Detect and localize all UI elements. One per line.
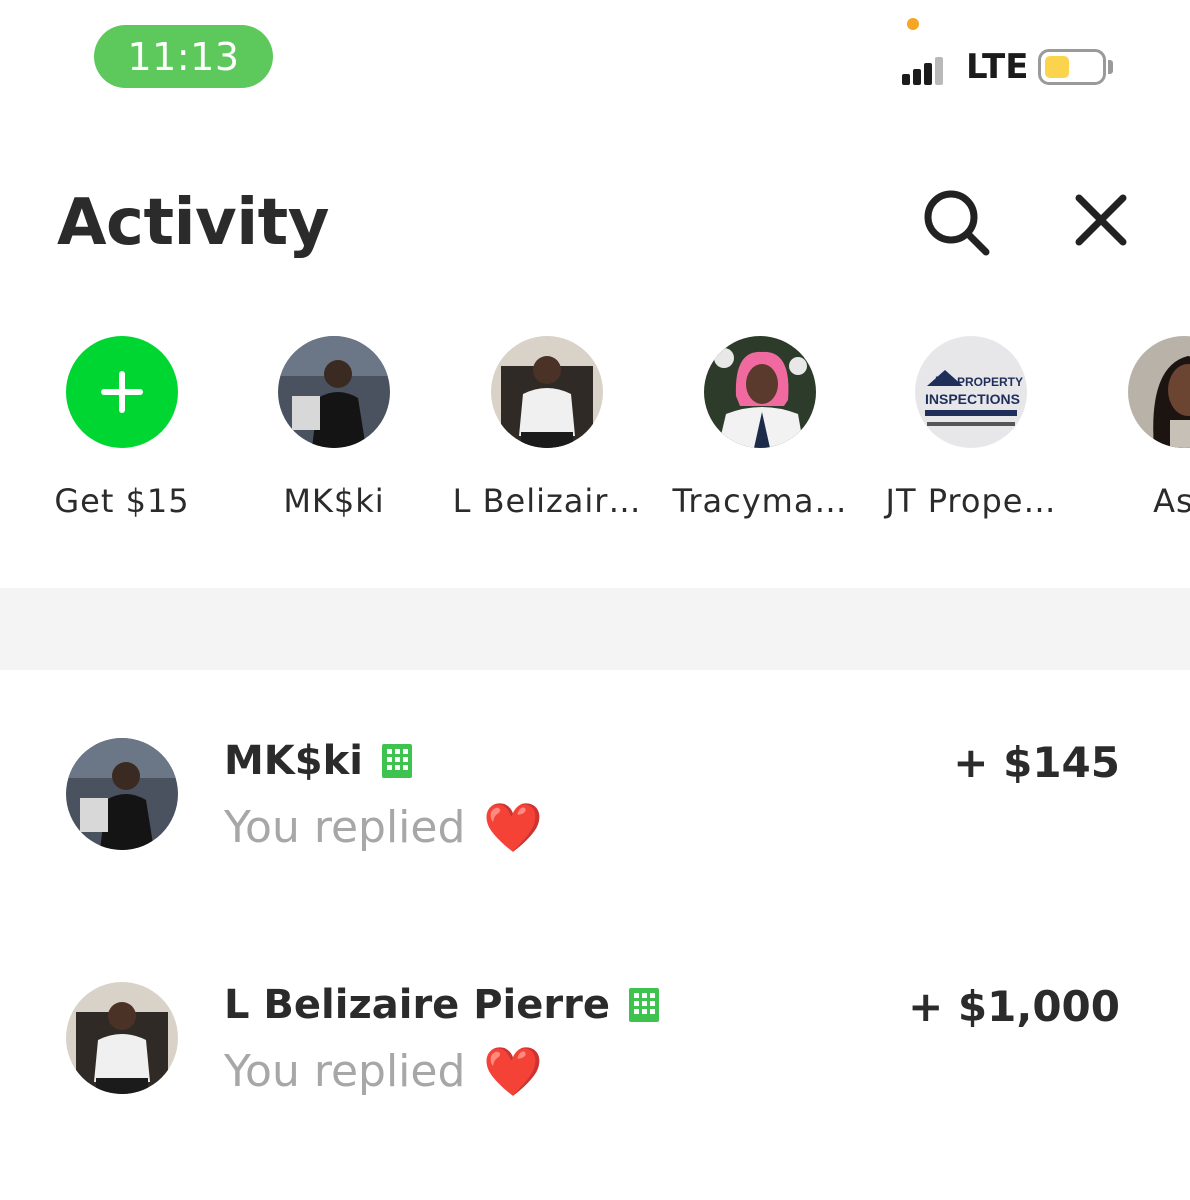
business-building-icon — [381, 744, 412, 778]
activity-amount: + $1,000 — [908, 982, 1120, 1031]
battery-cap — [1108, 60, 1113, 74]
close-icon — [1075, 194, 1127, 246]
status-time: 11:13 — [127, 34, 240, 79]
activity-amount: + $145 — [953, 738, 1120, 787]
contact-label: Tracyma… — [672, 482, 848, 520]
close-button[interactable] — [1065, 184, 1137, 256]
avatar — [1128, 336, 1190, 448]
contact-label: Get $15 — [54, 482, 190, 520]
activity-name-line: MK$ki — [224, 738, 413, 784]
activity-status: You replied — [224, 802, 466, 853]
cellular-signal-icon — [902, 55, 944, 85]
network-type: LTE — [966, 47, 1029, 87]
battery-icon — [1038, 49, 1106, 85]
avatar — [278, 336, 390, 448]
activity-name: L Belizaire Pierre — [224, 982, 610, 1028]
activity-row[interactable]: MK$ki You replied ❤️ + $145 — [0, 738, 1190, 888]
activity-status-line: You replied ❤️ — [224, 1046, 543, 1097]
contact-l-belizaire[interactable]: L Belizair… — [447, 336, 647, 520]
battery-level — [1045, 56, 1069, 78]
activity-name-line: L Belizaire Pierre — [224, 982, 660, 1028]
logo-property: PROPERTY — [957, 375, 1023, 389]
page-title: Activity — [57, 186, 329, 260]
contact-label: MK$ki — [283, 482, 385, 520]
activity-screen: 11:13 LTE Activity Get $15 MK$ki L Beliz… — [0, 0, 1190, 1200]
heart-reaction-icon: ❤️ — [483, 799, 544, 856]
add-referral-circle — [66, 336, 178, 448]
avatar — [491, 336, 603, 448]
logo-inspections: INSPECTIONS — [925, 391, 1020, 407]
logo-jt: JT — [933, 373, 950, 389]
avatar: JT PROPERTY INSPECTIONS — [915, 336, 1027, 448]
search-icon — [924, 190, 990, 256]
avatar — [66, 982, 178, 1094]
activity-status: You replied — [224, 1046, 466, 1097]
contact-mkski[interactable]: MK$ki — [234, 336, 434, 520]
activity-name: MK$ki — [224, 738, 363, 784]
activity-row[interactable]: L Belizaire Pierre You replied ❤️ + $1,0… — [0, 982, 1190, 1132]
contact-ash[interactable]: Ash — [1084, 336, 1190, 520]
contact-jt-property[interactable]: JT PROPERTY INSPECTIONS JT Prope… — [871, 336, 1071, 520]
search-button[interactable] — [920, 186, 992, 258]
contact-tracyma[interactable]: Tracyma… — [660, 336, 860, 520]
heart-reaction-icon: ❤️ — [483, 1043, 544, 1100]
plus-icon — [101, 371, 143, 413]
contact-label: JT Prope… — [885, 482, 1057, 520]
avatar — [66, 738, 178, 850]
section-divider — [0, 588, 1190, 670]
avatar — [704, 336, 816, 448]
business-building-icon — [628, 988, 659, 1022]
activity-status-line: You replied ❤️ — [224, 802, 543, 853]
privacy-indicator-dot — [907, 18, 919, 30]
get-15-referral[interactable]: Get $15 — [22, 336, 222, 520]
contact-label: Ash — [1153, 482, 1190, 520]
contact-label: L Belizair… — [452, 482, 642, 520]
status-time-pill[interactable]: 11:13 — [94, 25, 273, 88]
